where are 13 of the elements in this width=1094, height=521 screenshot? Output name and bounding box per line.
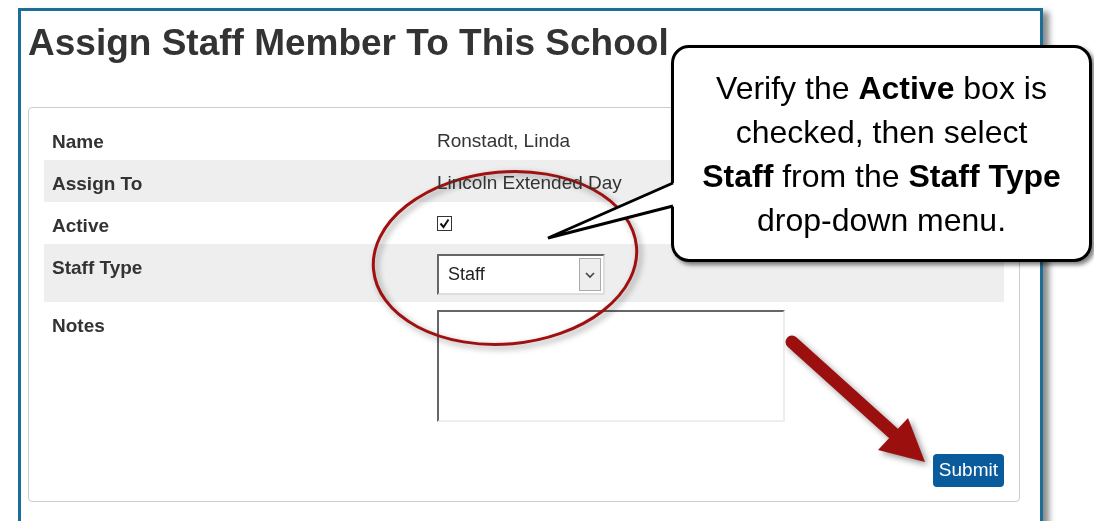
caret-icon [585, 270, 595, 279]
notes-field[interactable] [437, 310, 785, 422]
page-title: Assign Staff Member To This School [28, 21, 670, 63]
staff-type-select[interactable]: Staff [437, 254, 605, 295]
callout-text: Verify the Active box is checked, then select Staff from the Staff Type drop-down menu. [701, 68, 1062, 240]
field-label: Notes [51, 314, 106, 338]
field-label: Name [51, 130, 105, 154]
submit-button[interactable]: Submit [932, 454, 1004, 487]
field-label: Staff Type [51, 256, 144, 280]
field-label: Active [51, 214, 111, 238]
field-value: Ronstadt, Linda [437, 129, 571, 153]
field-label: Assign To [51, 172, 144, 196]
active-checkbox[interactable] [437, 216, 452, 231]
